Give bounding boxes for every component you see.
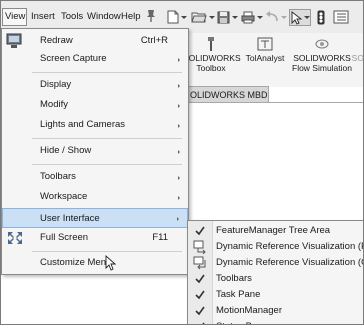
tolanalyst-button[interactable]: TolAnalyst xyxy=(241,35,289,63)
menu-window[interactable]: Window xyxy=(85,9,123,25)
menu-item-full-screen[interactable]: Full Screen F11 xyxy=(2,228,188,248)
menu-view[interactable]: View xyxy=(2,8,27,26)
tolanalyst-icon xyxy=(257,37,273,51)
ribbon-overflow-button[interactable]: SOI xyxy=(351,35,363,63)
menu-separator xyxy=(32,251,182,252)
menu-item-modify[interactable]: Modify xyxy=(2,95,188,115)
submenu-arrow-icon xyxy=(178,150,180,154)
menu-item-screen-capture[interactable]: Screen Capture xyxy=(2,49,188,69)
toolbox-icon xyxy=(208,37,214,51)
traffic-light-icon xyxy=(317,10,325,24)
menu-tools[interactable]: Tools xyxy=(59,9,85,25)
open-folder-icon xyxy=(191,12,207,23)
submenu-arrow-icon xyxy=(178,104,180,108)
menu-separator xyxy=(32,138,182,139)
checkmark-icon xyxy=(195,306,205,316)
menu-item-workspace[interactable]: Workspace xyxy=(2,187,188,207)
checkmark-icon xyxy=(195,274,205,284)
dynamic-ref-parent-icon xyxy=(193,240,206,254)
submenu-arrow-icon xyxy=(178,196,180,200)
flow-simulation-button[interactable]: SOLIDWORKS Flow Simulation xyxy=(291,35,353,73)
undo-icon xyxy=(266,11,278,22)
submenu-arrow-icon xyxy=(178,176,180,180)
checkmark-icon xyxy=(195,290,205,300)
save-icon xyxy=(217,11,230,23)
select-button[interactable] xyxy=(289,9,311,26)
menu-separator xyxy=(32,72,182,73)
print-button[interactable] xyxy=(241,9,263,25)
rebuild-button[interactable] xyxy=(317,9,325,25)
undo-button[interactable] xyxy=(265,9,287,25)
menu-item-customize-menu[interactable]: Customize Menu xyxy=(2,253,188,273)
select-arrow-icon xyxy=(291,10,302,25)
options-button[interactable] xyxy=(333,9,349,25)
redraw-icon xyxy=(6,33,22,48)
full-screen-icon xyxy=(8,232,22,244)
view-menu-dropdown: Redraw Ctrl+R Screen Capture Display Mod… xyxy=(1,28,189,275)
submenu-item-status-bar[interactable]: Status Bar xyxy=(188,317,363,324)
options-grid-icon xyxy=(333,10,349,24)
checkmark-icon xyxy=(202,322,205,324)
menu-item-user-interface[interactable]: User Interface xyxy=(2,208,188,228)
user-interface-submenu: FeatureManager Tree Area Dynamic Referen… xyxy=(187,220,363,324)
open-button[interactable] xyxy=(191,9,215,25)
menu-separator xyxy=(32,164,182,165)
menu-item-display[interactable]: Display xyxy=(2,75,188,95)
submenu-arrow-icon xyxy=(178,58,180,62)
menu-help[interactable]: Help xyxy=(119,9,143,25)
flow-simulation-icon xyxy=(315,39,329,49)
menu-item-lights-and-cameras[interactable]: Lights and Cameras xyxy=(2,115,188,135)
pin-icon[interactable] xyxy=(145,9,157,23)
menu-item-hide-show[interactable]: Hide / Show xyxy=(2,141,188,161)
menu-item-redraw[interactable]: Redraw Ctrl+R xyxy=(2,31,188,51)
submenu-arrow-icon xyxy=(177,217,179,221)
submenu-arrow-icon xyxy=(178,84,180,88)
toolbox-button[interactable]: SOLIDWORKS Toolbox xyxy=(183,35,241,73)
menu-item-toolbars[interactable]: Toolbars xyxy=(2,167,188,187)
new-document-button[interactable] xyxy=(167,9,187,25)
new-document-icon xyxy=(167,10,179,24)
print-icon xyxy=(241,11,255,23)
menu-insert[interactable]: Insert xyxy=(29,9,57,25)
dynamic-ref-child-icon xyxy=(193,256,206,270)
checkmark-icon xyxy=(195,226,205,236)
command-manager-ribbon: SOLIDWORKS Toolbox TolAnalyst SOLIDWORKS… xyxy=(183,33,363,87)
save-button[interactable] xyxy=(217,9,238,25)
app-window: View Insert Tools Window Help SOLIDWORKS… xyxy=(0,0,364,325)
mouse-cursor-icon xyxy=(105,255,116,271)
submenu-arrow-icon xyxy=(178,124,180,128)
